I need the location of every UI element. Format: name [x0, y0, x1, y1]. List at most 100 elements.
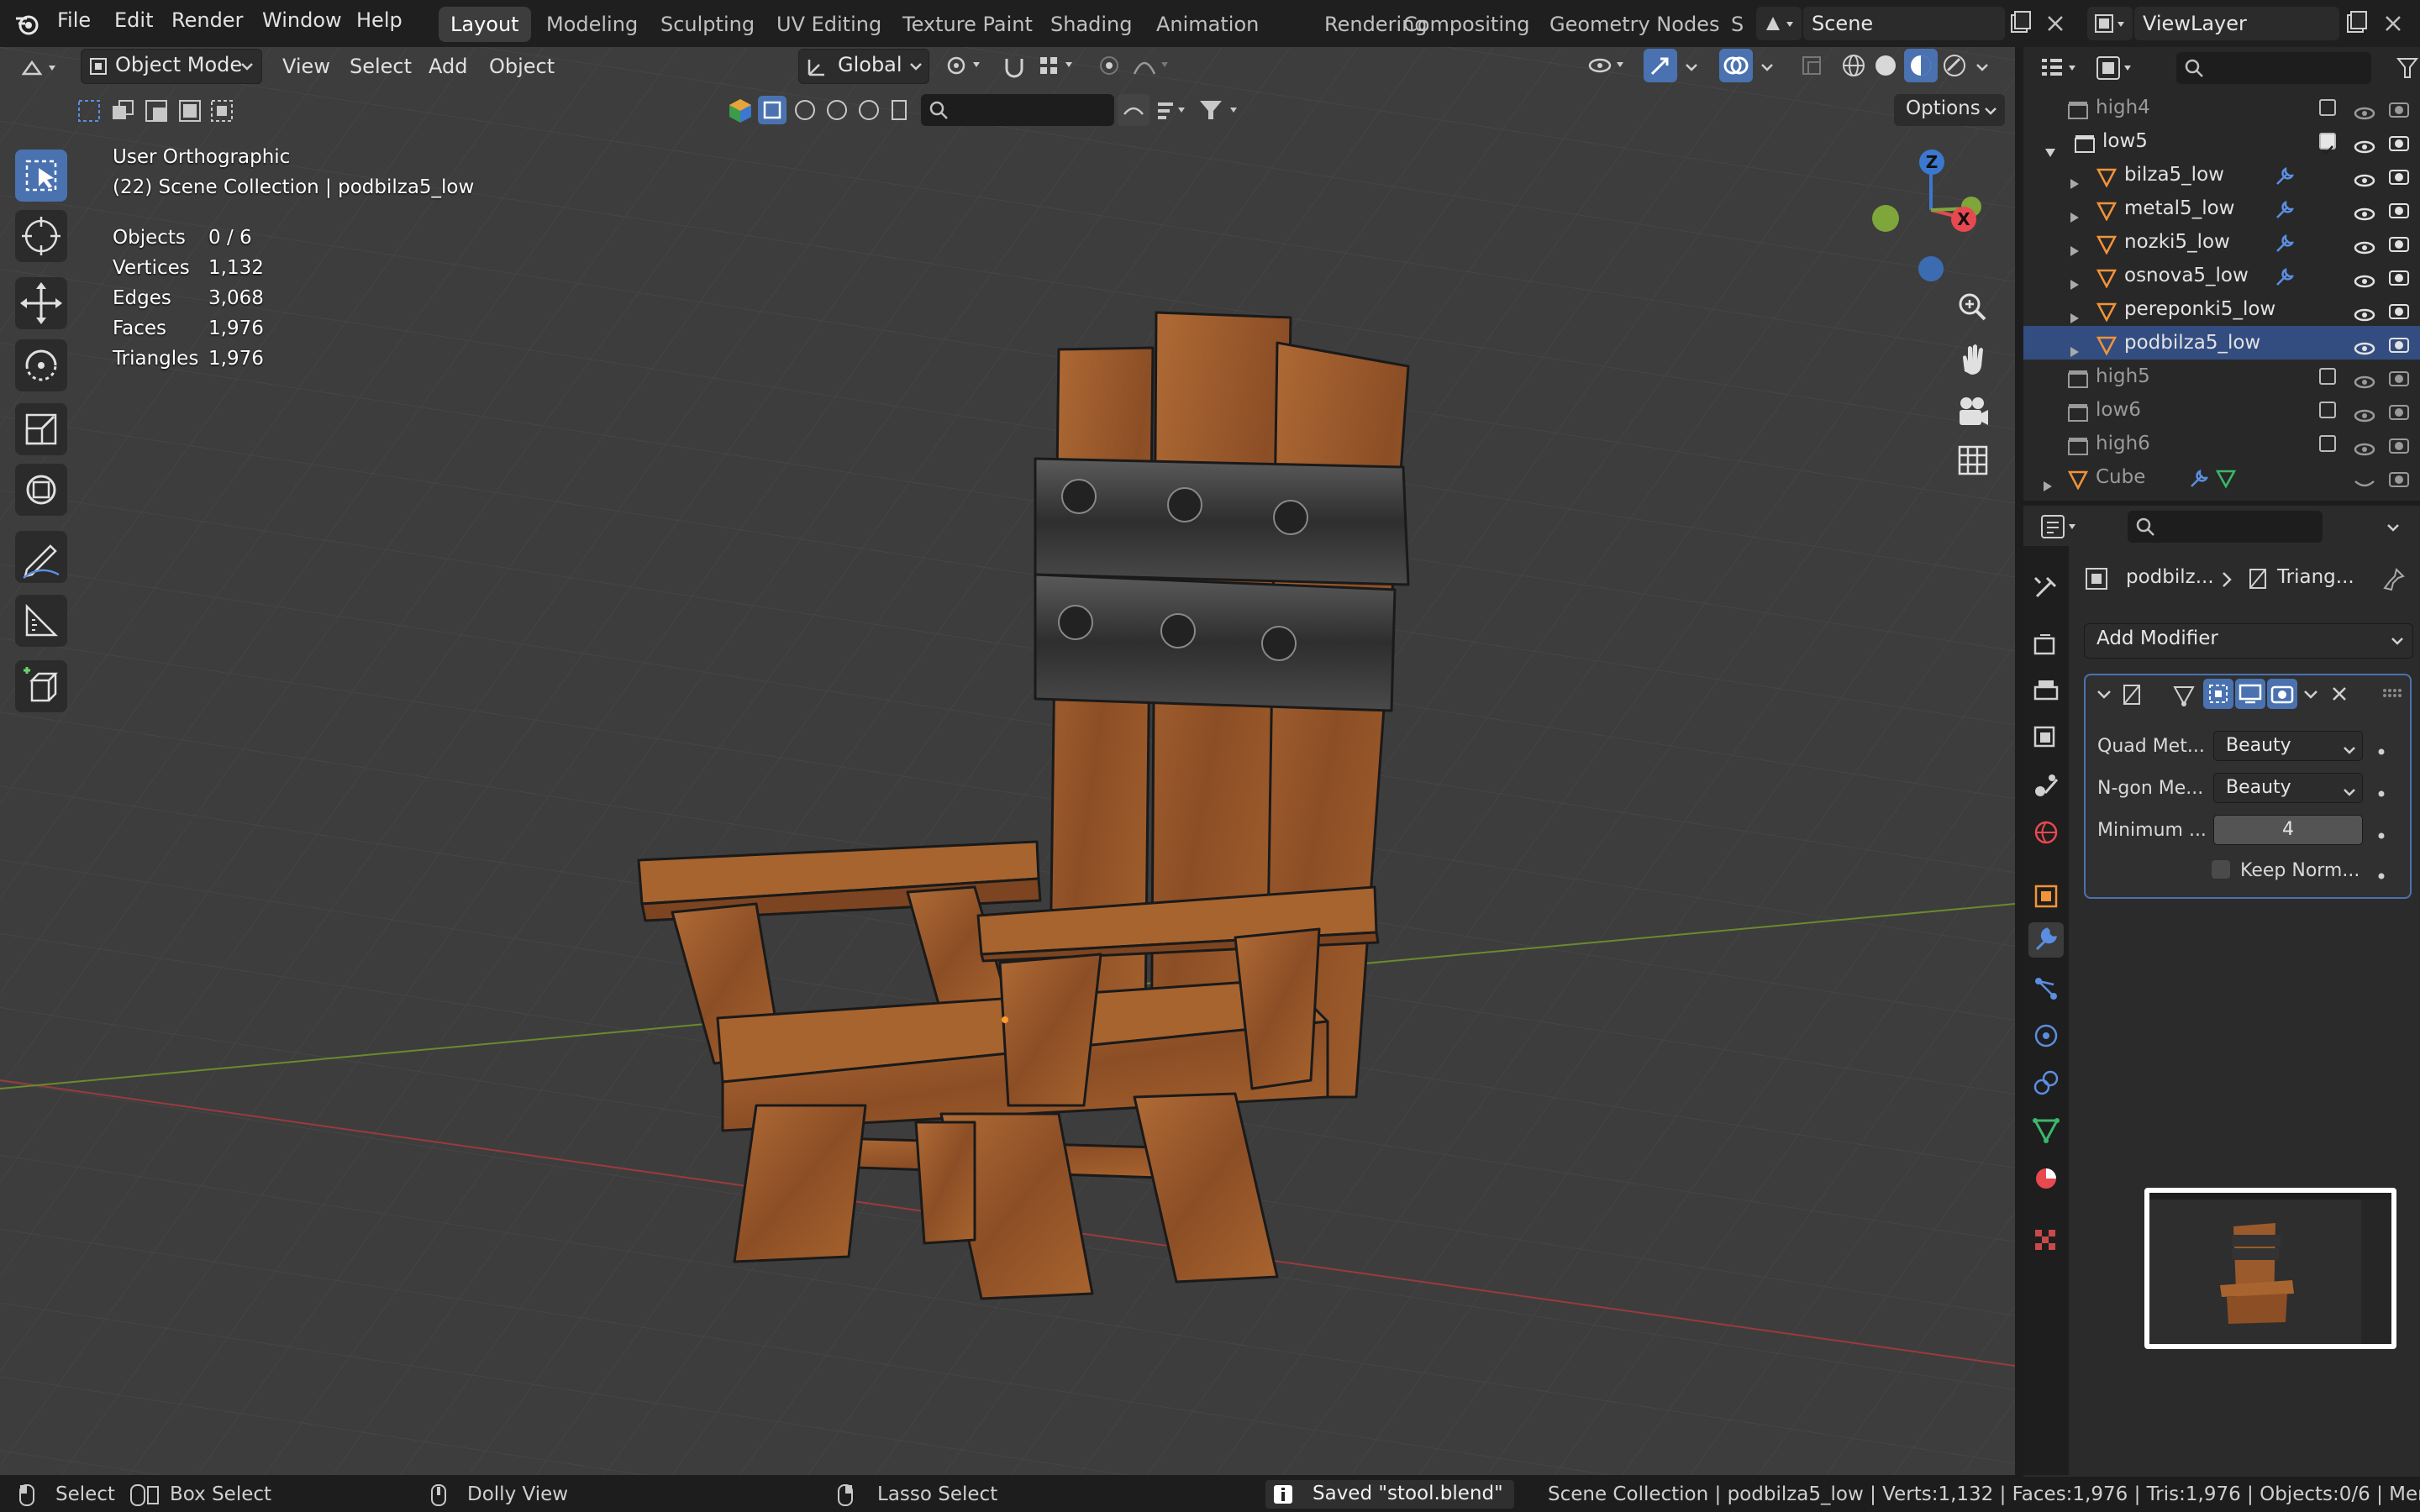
outliner-row-low5[interactable]: low5	[2023, 124, 2420, 158]
tab-modeling[interactable]: Modeling	[534, 7, 650, 42]
rotate-tool[interactable]	[15, 339, 67, 391]
tab-texture-paint[interactable]: Texture Paint	[891, 7, 1044, 42]
wireframe-shading-icon[interactable]	[1840, 52, 1867, 84]
pin-icon[interactable]	[2381, 566, 2407, 596]
add-modifier-button[interactable]: Add Modifier	[2084, 623, 2413, 659]
output-tab-icon[interactable]	[2028, 672, 2064, 707]
measure-tool[interactable]	[15, 595, 67, 647]
chevron-down-icon[interactable]	[1760, 59, 1775, 80]
snap-icon[interactable]	[1000, 52, 1028, 84]
menu-render[interactable]: Render	[171, 8, 243, 32]
constraints-tab-icon[interactable]	[2028, 1065, 2064, 1100]
tab-animation[interactable]: Animation	[1144, 7, 1270, 42]
close-view-layer-icon[interactable]	[2380, 10, 2407, 37]
keep-normals-checkbox[interactable]	[2212, 860, 2230, 879]
outliner-row-pereponki5-low[interactable]: pereponki5_low	[2023, 292, 2420, 326]
chevron-down-icon[interactable]	[2302, 685, 2319, 707]
outliner-row-low6[interactable]: low6	[2023, 393, 2420, 427]
ortho-toggle-button[interactable]	[1951, 438, 1995, 482]
cursor-tool[interactable]	[15, 210, 67, 262]
menu-file[interactable]: File	[57, 8, 91, 32]
gizmo-toggle-icon[interactable]	[1644, 49, 1677, 82]
outliner-row-metal5-low[interactable]: metal5_low	[2023, 192, 2420, 225]
tab-scripting-partial[interactable]: S	[1719, 7, 1755, 42]
exclude-checkbox[interactable]	[2319, 435, 2336, 452]
outliner-row-nozki5-low[interactable]: nozki5_low	[2023, 225, 2420, 259]
menu-view[interactable]: View	[282, 52, 330, 81]
filter-mode-icons[interactable]	[758, 96, 918, 129]
outliner-editor-icon[interactable]	[2039, 54, 2086, 87]
properties-search-input[interactable]	[2128, 511, 2323, 543]
camera-view-button[interactable]	[1951, 390, 1995, 433]
transform-tool[interactable]	[15, 464, 67, 516]
menu-add[interactable]: Add	[429, 52, 467, 81]
chevron-right-icon[interactable]	[2042, 470, 2054, 501]
wrench-icon[interactable]	[2188, 467, 2210, 501]
world-tab-icon[interactable]	[2028, 815, 2064, 850]
menu-window[interactable]: Window	[262, 8, 342, 32]
3d-viewport[interactable]	[0, 47, 2015, 1475]
menu-help[interactable]: Help	[356, 8, 402, 32]
outliner-search-input[interactable]	[2176, 52, 2371, 84]
outliner-row-cube[interactable]: Cube	[2023, 460, 2420, 494]
properties-editor-icon[interactable]	[2039, 512, 2086, 546]
outliner-row-high4[interactable]: high4	[2023, 91, 2420, 124]
add-cube-tool[interactable]	[15, 660, 67, 712]
selection-mode-icons[interactable]	[76, 97, 235, 129]
modifier-tab-icon[interactable]	[2028, 922, 2064, 958]
overlay-toggle-icon[interactable]	[1719, 49, 1753, 82]
color-mode-icon[interactable]	[728, 97, 753, 128]
quad-method-dropdown[interactable]: Beauty	[2213, 731, 2363, 761]
data-tab-icon[interactable]	[2028, 1112, 2064, 1147]
hidden-eye-icon[interactable]	[2353, 469, 2376, 501]
particles-tab-icon[interactable]	[2028, 971, 2064, 1006]
outliner-row-podbilza5-low[interactable]: podbilza5_low	[2023, 326, 2420, 360]
filter-options-icons[interactable]	[1118, 94, 1252, 131]
move-tool[interactable]	[15, 277, 67, 329]
rendered-shading-icon[interactable]	[1941, 52, 1968, 84]
outliner-row-osnova5-low[interactable]: osnova5_low	[2023, 259, 2420, 292]
outliner-row-bilza5-low[interactable]: bilza5_low	[2023, 158, 2420, 192]
select-box-tool[interactable]	[15, 150, 67, 202]
tab-uv-editing[interactable]: UV Editing	[765, 7, 893, 42]
object-tab-icon[interactable]	[2028, 879, 2064, 914]
scene-icon[interactable]	[1756, 7, 1802, 40]
scene-tab-icon[interactable]	[2028, 768, 2064, 803]
menu-select[interactable]: Select	[350, 52, 412, 81]
view-layer-tab-icon[interactable]	[2028, 721, 2064, 756]
tab-geometry-nodes[interactable]: Geometry Nodes	[1538, 7, 1731, 42]
zoom-view-button[interactable]	[1951, 286, 1995, 329]
navigation-gizmo[interactable]: Z X	[1865, 143, 1991, 286]
chevron-down-icon[interactable]	[1975, 59, 1990, 80]
new-view-layer-icon[interactable]	[2343, 8, 2371, 39]
transform-orientation-dropdown[interactable]: Global	[798, 49, 929, 84]
render-toggle-icon[interactable]	[2267, 679, 2297, 709]
filter-icon[interactable]	[2395, 55, 2420, 86]
keyframe-dot-icon[interactable]	[2376, 865, 2386, 886]
scene-name-field[interactable]: Scene	[1803, 7, 2005, 40]
chevron-down-icon[interactable]	[1684, 59, 1699, 80]
render-tab-icon[interactable]	[2028, 627, 2064, 662]
blender-logo-icon[interactable]	[13, 10, 40, 37]
falloff-icon[interactable]	[1131, 52, 1176, 84]
options-dropdown[interactable]: Options	[1894, 94, 2005, 126]
menu-object[interactable]: Object	[489, 52, 555, 81]
snap-grid-icon[interactable]	[1037, 52, 1082, 84]
display-mode-icon[interactable]	[2094, 54, 2141, 87]
collapse-chevron-icon[interactable]	[2096, 685, 2112, 707]
editor-type-icon[interactable]	[18, 55, 66, 81]
view-layer-icon[interactable]	[2087, 7, 2133, 40]
viewport-search-input[interactable]	[921, 94, 1114, 126]
editmode-toggle-icon[interactable]	[2203, 679, 2233, 709]
camera-icon[interactable]	[2388, 467, 2410, 501]
keyframe-dot-icon[interactable]	[2376, 741, 2386, 762]
outliner-row-high5[interactable]: high5	[2023, 360, 2420, 393]
outliner-row-high6[interactable]: high6	[2023, 427, 2420, 460]
scale-tool[interactable]	[15, 403, 67, 455]
minimum-vertices-field[interactable]: 4	[2213, 815, 2363, 845]
close-scene-icon[interactable]	[2042, 10, 2069, 37]
pivot-point-icon[interactable]	[944, 52, 990, 84]
object-visibility-icon[interactable]	[1585, 52, 1632, 84]
annotate-tool[interactable]	[15, 531, 67, 583]
proportional-edit-icon[interactable]	[1096, 52, 1124, 84]
